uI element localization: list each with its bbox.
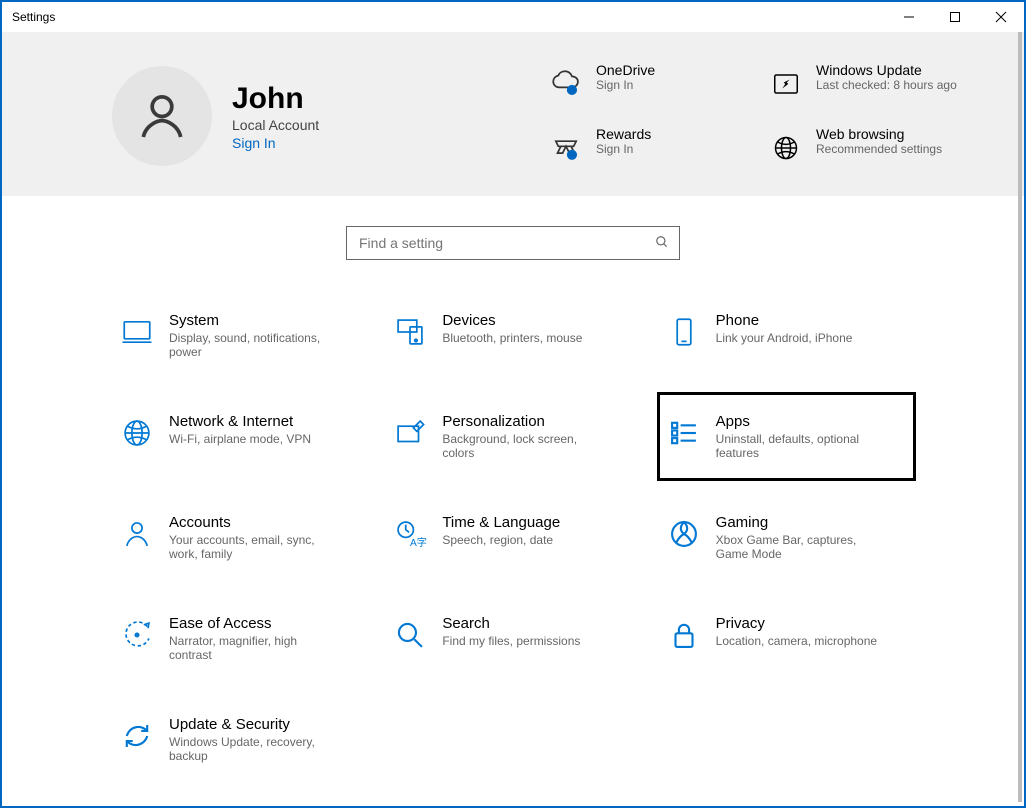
phone-icon — [664, 312, 704, 352]
category-title: Time & Language — [442, 514, 560, 531]
category-gaming[interactable]: Gaming Xbox Game Bar, captures, Game Mode — [660, 510, 913, 565]
category-sub: Xbox Game Bar, captures, Game Mode — [716, 533, 886, 561]
settings-header: John Local Account Sign In OneDriveSign … — [2, 32, 1024, 196]
category-system[interactable]: System Display, sound, notifications, pow… — [113, 308, 366, 363]
category-sub: Windows Update, recovery, backup — [169, 735, 339, 763]
header-link-sub: Sign In — [596, 142, 651, 156]
header-link-web-browsing[interactable]: Web browsingRecommended settings — [764, 126, 964, 170]
category-title: Search — [442, 615, 580, 632]
titlebar: Settings — [2, 2, 1024, 32]
update-security-icon — [117, 716, 157, 756]
apps-icon — [664, 413, 704, 453]
avatar — [112, 66, 212, 166]
header-link-title: Web browsing — [816, 126, 942, 142]
scrollbar[interactable] — [1018, 32, 1022, 802]
category-title: System — [169, 312, 339, 329]
category-sub: Wi-Fi, airplane mode, VPN — [169, 432, 311, 446]
category-sub: Narrator, magnifier, high contrast — [169, 634, 339, 662]
settings-content: System Display, sound, notifications, pow… — [2, 196, 1024, 806]
network-icon — [117, 413, 157, 453]
search-wrap — [2, 226, 1024, 260]
window-title: Settings — [12, 10, 55, 24]
gaming-icon — [664, 514, 704, 554]
category-sub: Background, lock screen, colors — [442, 432, 612, 460]
header-link-title: OneDrive — [596, 62, 655, 78]
category-sub: Location, camera, microphone — [716, 634, 877, 648]
category-sub: Find my files, permissions — [442, 634, 580, 648]
profile-account-type: Local Account — [232, 117, 319, 133]
category-personalization[interactable]: Personalization Background, lock screen, … — [386, 409, 639, 464]
personalization-icon — [390, 413, 430, 453]
web-browsing-icon — [764, 126, 808, 170]
category-title: Update & Security — [169, 716, 339, 733]
category-devices[interactable]: Devices Bluetooth, printers, mouse — [386, 308, 639, 363]
category-title: Phone — [716, 312, 853, 329]
ease-of-access-icon — [117, 615, 157, 655]
titlebar-buttons — [886, 2, 1024, 32]
onedrive-icon — [544, 62, 588, 106]
category-apps[interactable]: Apps Uninstall, defaults, optional featur… — [660, 395, 913, 478]
header-link-title: Rewards — [596, 126, 651, 142]
header-link-sub: Recommended settings — [816, 142, 942, 156]
category-title: Accounts — [169, 514, 339, 531]
header-quick-links: OneDriveSign InWindows UpdateLast checke… — [544, 62, 964, 170]
header-link-rewards[interactable]: RewardsSign In — [544, 126, 744, 170]
search-box[interactable] — [346, 226, 680, 260]
header-link-sub: Sign In — [596, 78, 655, 92]
profile-name: John — [232, 82, 319, 115]
devices-icon — [390, 312, 430, 352]
category-sub: Bluetooth, printers, mouse — [442, 331, 582, 345]
category-title: Privacy — [716, 615, 877, 632]
category-sub: Link your Android, iPhone — [716, 331, 853, 345]
windows-update-icon — [764, 62, 808, 106]
category-sub: Your accounts, email, sync, work, family — [169, 533, 339, 561]
rewards-icon — [544, 126, 588, 170]
close-button[interactable] — [978, 2, 1024, 32]
category-time-language[interactable]: A字 Time & Language Speech, region, date — [386, 510, 639, 565]
category-title: Devices — [442, 312, 582, 329]
search-icon — [655, 235, 669, 252]
category-accounts[interactable]: Accounts Your accounts, email, sync, work… — [113, 510, 366, 565]
minimize-button[interactable] — [886, 2, 932, 32]
category-network[interactable]: Network & Internet Wi-Fi, airplane mode, … — [113, 409, 366, 464]
category-sub: Speech, region, date — [442, 533, 560, 547]
maximize-button[interactable] — [932, 2, 978, 32]
category-title: Network & Internet — [169, 413, 311, 430]
header-link-windows-update[interactable]: Windows UpdateLast checked: 8 hours ago — [764, 62, 964, 106]
profile-text: John Local Account Sign In — [232, 82, 319, 151]
category-title: Gaming — [716, 514, 886, 531]
accounts-icon — [117, 514, 157, 554]
category-phone[interactable]: Phone Link your Android, iPhone — [660, 308, 913, 363]
privacy-icon — [664, 615, 704, 655]
category-title: Apps — [716, 413, 886, 430]
profile-block[interactable]: John Local Account Sign In — [112, 62, 319, 170]
svg-text:A字: A字 — [410, 536, 427, 549]
category-title: Personalization — [442, 413, 612, 430]
header-link-title: Windows Update — [816, 62, 957, 78]
settings-window: Settings John Local Account Sign — [0, 0, 1026, 808]
search-input[interactable] — [357, 234, 655, 252]
profile-signin-link[interactable]: Sign In — [232, 135, 319, 151]
category-search[interactable]: Search Find my files, permissions — [386, 611, 639, 666]
category-sub: Display, sound, notifications, power — [169, 331, 339, 359]
category-sub: Uninstall, defaults, optional features — [716, 432, 886, 460]
category-ease-of-access[interactable]: Ease of Access Narrator, magnifier, high … — [113, 611, 366, 666]
system-icon — [117, 312, 157, 352]
categories-grid: System Display, sound, notifications, pow… — [113, 308, 913, 767]
category-title: Ease of Access — [169, 615, 339, 632]
category-privacy[interactable]: Privacy Location, camera, microphone — [660, 611, 913, 666]
time-language-icon: A字 — [390, 514, 430, 554]
search-icon — [390, 615, 430, 655]
header-link-onedrive[interactable]: OneDriveSign In — [544, 62, 744, 106]
category-update-security[interactable]: Update & Security Windows Update, recover… — [113, 712, 366, 767]
header-link-sub: Last checked: 8 hours ago — [816, 78, 957, 92]
